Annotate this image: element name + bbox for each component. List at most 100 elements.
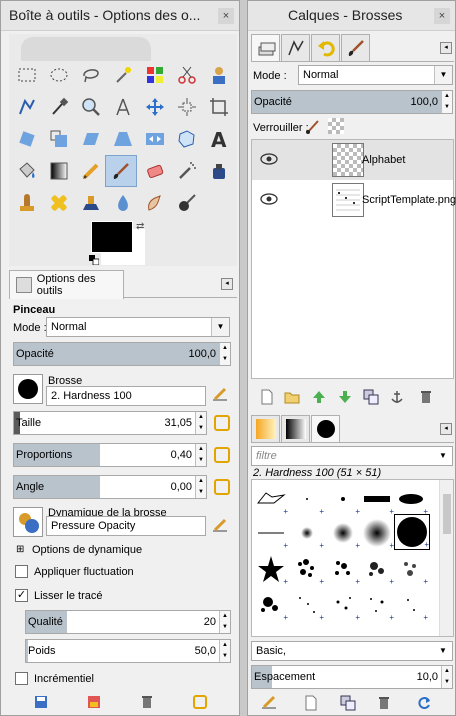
opacity-spin[interactable]: ▲ ▼ xyxy=(219,343,230,365)
clone-tool-icon[interactable] xyxy=(13,189,41,217)
dodge-burn-tool-icon[interactable] xyxy=(173,189,201,217)
brush-item[interactable]: + xyxy=(326,552,360,586)
tab-menu-icon[interactable]: ◂ xyxy=(221,278,233,290)
tab-undo-history[interactable] xyxy=(311,34,340,62)
edit-dynamics-icon[interactable] xyxy=(212,518,228,534)
heal-tool-icon[interactable] xyxy=(45,189,73,217)
align-tool-icon[interactable] xyxy=(173,93,201,121)
brush-item[interactable]: + xyxy=(326,516,360,550)
duplicate-layer-icon[interactable] xyxy=(363,389,379,405)
new-brush-icon[interactable] xyxy=(303,695,319,711)
layer-opacity-spin[interactable]: ▲ ▼ xyxy=(441,91,452,113)
dynamics-options-expander[interactable]: Options de dynamique xyxy=(32,544,142,556)
reset-ratio-icon[interactable] xyxy=(214,447,230,463)
layer-opacity-slider[interactable]: Opacité 100,0 ▲ ▼ xyxy=(251,90,453,114)
mode-select[interactable]: Normal ▼ xyxy=(46,317,230,337)
save-options-icon[interactable] xyxy=(33,694,49,710)
brush-grid-scrollbar[interactable] xyxy=(439,480,453,636)
measure-tool-icon[interactable] xyxy=(109,93,137,121)
crop-tool-icon[interactable] xyxy=(205,93,233,121)
paintbrush-tool-icon[interactable] xyxy=(105,155,137,187)
color-select-tool-icon[interactable] xyxy=(141,61,169,89)
close-icon[interactable]: × xyxy=(218,8,234,24)
raise-layer-icon[interactable] xyxy=(311,389,327,405)
quality-slider[interactable]: Qualité 20 ▲ ▼ xyxy=(25,610,231,634)
tab-patterns[interactable] xyxy=(251,415,280,443)
brush-item[interactable]: + xyxy=(254,552,288,586)
move-tool-icon[interactable] xyxy=(141,93,169,121)
airbrush-tool-icon[interactable] xyxy=(173,157,201,185)
eraser-tool-icon[interactable] xyxy=(141,157,169,185)
tab-layers[interactable] xyxy=(251,34,280,62)
incremental-checkbox[interactable] xyxy=(15,672,28,685)
color-picker-tool-icon[interactable] xyxy=(45,93,73,121)
scrollbar-thumb[interactable] xyxy=(443,494,451,534)
spacing-slider[interactable]: Espacement 10,0 ▲ ▼ xyxy=(251,665,453,689)
flip-tool-icon[interactable] xyxy=(141,125,169,153)
swap-colors-icon[interactable]: ⇄ xyxy=(136,221,144,232)
brush-preview-button[interactable] xyxy=(13,374,43,404)
bucket-fill-tool-icon[interactable] xyxy=(13,157,41,185)
gradient-tool-icon[interactable] xyxy=(45,157,73,185)
brush-item[interactable]: + xyxy=(290,588,324,622)
layer-row[interactable]: ScriptTemplate.png xyxy=(252,180,456,220)
brush-name-field[interactable]: 2. Hardness 100 xyxy=(46,386,206,406)
brush-item[interactable]: + xyxy=(326,482,360,516)
brush-item[interactable]: + xyxy=(326,588,360,622)
layer-row[interactable]: Alphabet xyxy=(252,140,453,180)
refresh-brushes-icon[interactable] xyxy=(416,695,432,711)
brush-item-selected[interactable]: + xyxy=(394,514,430,550)
lower-layer-icon[interactable] xyxy=(337,389,353,405)
dynamics-button[interactable] xyxy=(13,507,43,537)
aspect-ratio-slider[interactable]: Proportions 0,40 ▲ ▼ xyxy=(13,443,207,467)
layer-mode-select[interactable]: Normal ▼ xyxy=(298,65,453,85)
shear-tool-icon[interactable] xyxy=(77,125,105,153)
blur-tool-icon[interactable] xyxy=(109,189,137,217)
cage-transform-tool-icon[interactable] xyxy=(173,125,201,153)
perspective-clone-tool-icon[interactable] xyxy=(77,189,105,217)
delete-layer-icon[interactable] xyxy=(418,389,434,405)
brush-item[interactable]: + xyxy=(254,482,288,516)
opacity-slider[interactable]: Opacité 100,0 ▲ ▼ xyxy=(13,342,231,366)
default-colors-icon[interactable] xyxy=(89,255,99,265)
brush-item[interactable]: + xyxy=(360,552,394,586)
tab-menu-icon[interactable]: ◂ xyxy=(440,423,452,435)
spacing-spin[interactable]: ▲ ▼ xyxy=(441,666,452,688)
angle-spin[interactable]: ▲ ▼ xyxy=(195,476,206,498)
brush-item[interactable]: + xyxy=(254,588,288,622)
tab-gradients[interactable] xyxy=(281,415,310,443)
jitter-checkbox[interactable] xyxy=(15,565,28,578)
edit-brush-icon[interactable] xyxy=(212,387,228,403)
quality-spin[interactable]: ▲ ▼ xyxy=(219,611,230,633)
perspective-tool-icon[interactable] xyxy=(109,125,137,153)
aspect-ratio-spin[interactable]: ▲ ▼ xyxy=(195,444,206,466)
tab-brushes-list[interactable] xyxy=(311,415,340,443)
delete-brush-icon[interactable] xyxy=(376,695,392,711)
brush-item[interactable]: + xyxy=(394,588,428,622)
smooth-stroke-checkbox[interactable]: ✓ xyxy=(15,589,28,602)
brush-tag-field[interactable]: Basic, ▼ xyxy=(251,641,453,661)
anchor-layer-icon[interactable] xyxy=(389,389,405,405)
pencil-tool-icon[interactable] xyxy=(77,157,105,185)
lock-pixels-icon[interactable] xyxy=(305,118,321,134)
rotate-tool-icon[interactable] xyxy=(13,125,41,153)
expander-plus-icon[interactable]: ⊞ xyxy=(16,544,24,555)
angle-slider[interactable]: Angle 0,00 ▲ ▼ xyxy=(13,475,207,499)
brush-item[interactable]: + xyxy=(290,482,324,516)
lasso-tool-icon[interactable] xyxy=(77,61,105,89)
size-slider[interactable]: Taille 31,05 ▲ ▼ xyxy=(13,411,207,435)
tab-menu-icon[interactable]: ◂ xyxy=(440,42,452,54)
reset-size-icon[interactable] xyxy=(214,415,230,431)
text-tool-icon[interactable]: A xyxy=(205,125,233,153)
edit-brush-icon[interactable] xyxy=(261,695,277,711)
brush-item[interactable]: + xyxy=(394,482,428,516)
new-layer-group-icon[interactable] xyxy=(284,389,300,405)
tab-tool-options[interactable]: Options des outils xyxy=(9,270,124,299)
ink-tool-icon[interactable] xyxy=(205,157,233,185)
brush-filter-field[interactable]: filtre ▼ xyxy=(251,446,453,466)
fuzzy-select-tool-icon[interactable] xyxy=(109,61,137,89)
brush-item[interactable]: + xyxy=(290,552,324,586)
restore-options-icon[interactable] xyxy=(86,694,102,710)
weight-slider[interactable]: Poids 50,0 ▲ ▼ xyxy=(25,639,231,663)
ellipse-select-tool-icon[interactable] xyxy=(45,61,73,89)
